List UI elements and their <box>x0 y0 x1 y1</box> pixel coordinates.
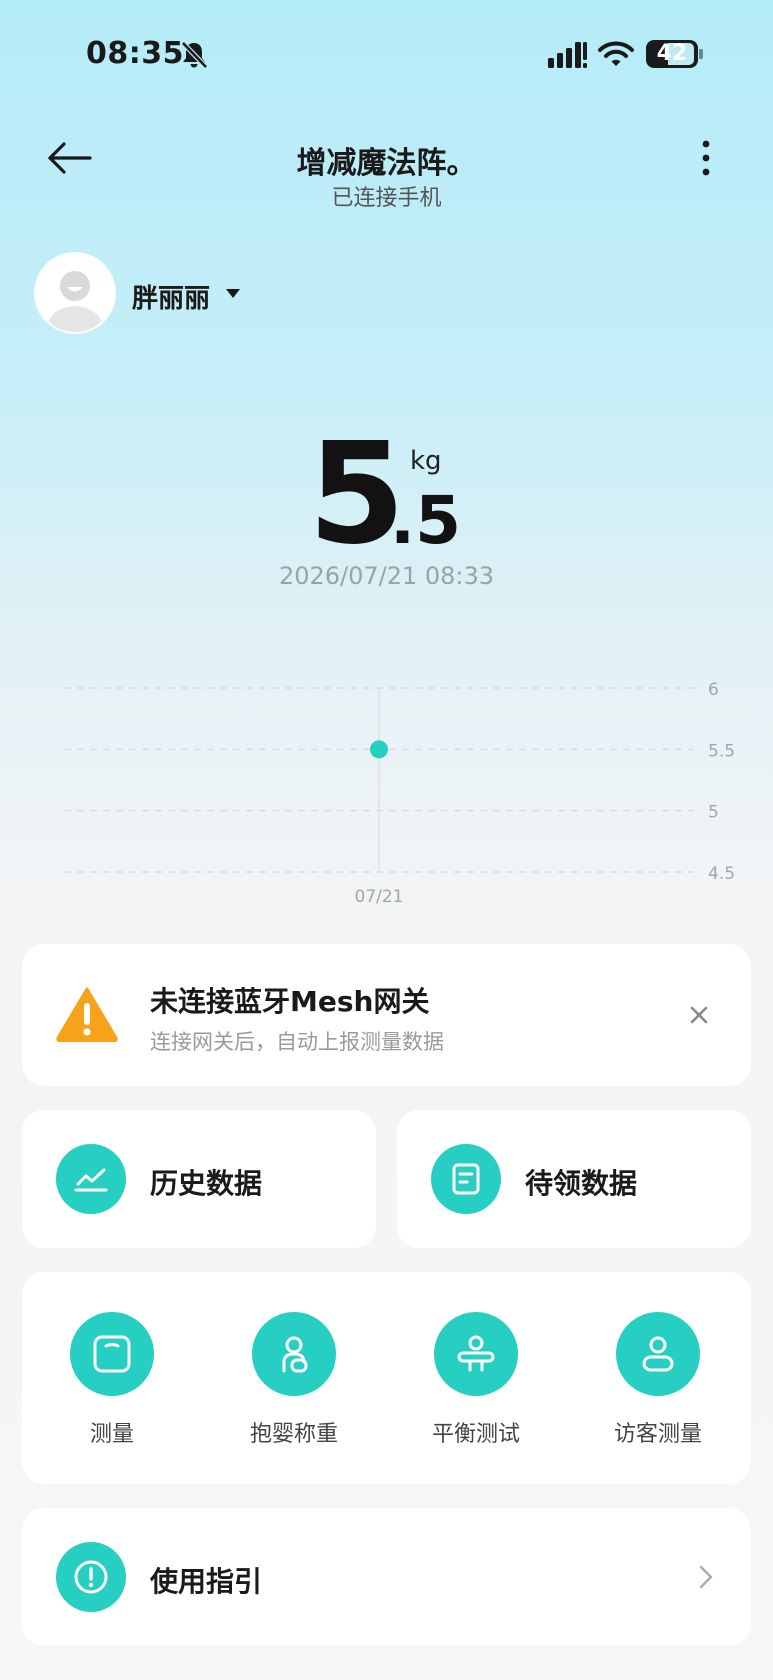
document-icon <box>431 1144 501 1214</box>
visitor-icon <box>616 1312 700 1396</box>
more-options-icon[interactable] <box>692 138 720 180</box>
mesh-alert-card[interactable]: 未连接蓝牙Mesh网关 连接网关后，自动上报测量数据 <box>22 944 751 1086</box>
bell-muted-icon <box>181 41 208 69</box>
y-tick-label: 5.5 <box>708 741 735 761</box>
caret-down-icon[interactable] <box>226 289 240 298</box>
battery-tip <box>699 49 703 59</box>
scale-icon <box>70 1312 154 1396</box>
user-name[interactable]: 胖丽丽 <box>132 278 210 315</box>
cellular-signal-icon <box>548 42 587 68</box>
usage-guide-label: 使用指引 <box>150 1565 263 1598</box>
y-tick-label: 6 <box>708 680 719 700</box>
y-tick-label: 5 <box>708 803 719 823</box>
measurement-time: 2026/07/21 08:33 <box>278 562 495 590</box>
function-label: 平衡测试 <box>431 1422 520 1447</box>
app-screen: 08:35 42 增减魔法阵。 已连接手机 胖丽丽 5 kg .5 2026/0… <box>0 0 773 1680</box>
function-measure[interactable]: 测量 <box>32 1312 192 1452</box>
warning-icon <box>56 987 118 1042</box>
avatar[interactable] <box>36 254 114 332</box>
function-balance-test[interactable]: 平衡测试 <box>396 1312 556 1452</box>
function-visitor-measure[interactable]: 访客测量 <box>578 1312 738 1452</box>
x-tick-label: 07/21 <box>355 887 404 907</box>
chevron-right-icon <box>699 1565 713 1589</box>
usage-guide-card[interactable]: 使用指引 <box>22 1508 751 1646</box>
battery-indicator: 42 <box>646 40 698 68</box>
balance-icon <box>434 1312 518 1396</box>
trend-chart-icon <box>56 1144 126 1214</box>
pending-data-label: 待领数据 <box>525 1167 638 1200</box>
connection-status: 已连接手机 <box>331 186 442 211</box>
function-baby-weigh[interactable]: 抱婴称重 <box>214 1312 374 1452</box>
battery-level: 42 <box>656 41 688 66</box>
history-data-card[interactable]: 历史数据 <box>22 1110 376 1248</box>
function-label: 抱婴称重 <box>249 1422 338 1447</box>
weight-unit: kg <box>410 446 442 476</box>
avatar-face-icon <box>36 254 114 332</box>
info-icon <box>56 1542 126 1612</box>
page-title: 增减魔法阵。 <box>296 146 477 181</box>
pending-data-card[interactable]: 待领数据 <box>397 1110 751 1248</box>
status-time: 08:35 <box>86 36 184 71</box>
data-point <box>370 740 388 759</box>
functions-card: 测量 抱婴称重 平衡测试 访客测量 <box>22 1272 751 1484</box>
baby-weigh-icon <box>252 1312 336 1396</box>
function-label: 访客测量 <box>613 1422 702 1447</box>
weight-trend-chart: 6 5.5 5 4.5 07/21 <box>64 680 735 907</box>
y-tick-label: 4.5 <box>708 864 735 884</box>
alert-description: 连接网关后，自动上报测量数据 <box>150 1030 444 1054</box>
wifi-icon <box>598 41 634 66</box>
weight-integer: 5 <box>308 413 405 576</box>
function-label: 测量 <box>89 1422 134 1447</box>
history-data-label: 历史数据 <box>150 1167 263 1200</box>
close-icon[interactable] <box>686 1002 712 1028</box>
weight-decimal: .5 <box>390 482 461 559</box>
alert-title: 未连接蓝牙Mesh网关 <box>150 985 430 1018</box>
